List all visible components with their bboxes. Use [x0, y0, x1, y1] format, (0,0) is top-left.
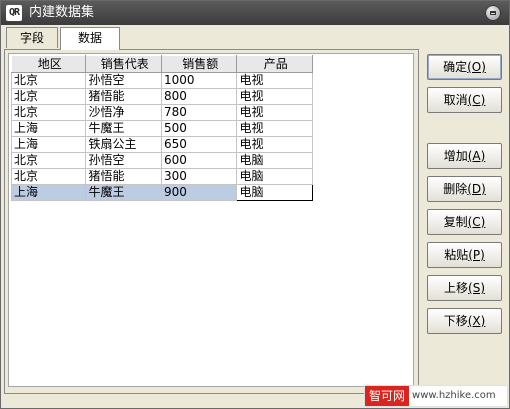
table-cell[interactable]: 上海: [10, 184, 87, 201]
table-cell[interactable]: 500: [160, 120, 238, 137]
column-header-sales-rep[interactable]: 销售代表: [85, 55, 162, 73]
data-table[interactable]: 地区 销售代表 销售额 产品 北京 孙悟空 1000 电视 北京 猪悟能 800…: [10, 55, 313, 201]
watermark: 智可网 www.hzhike.com: [365, 386, 507, 406]
paste-button-mnemonic: (P): [468, 248, 485, 262]
table-cell[interactable]: 猪悟能: [85, 88, 162, 105]
table-cell[interactable]: 800: [160, 88, 238, 105]
move-up-button-label: 上移: [444, 281, 469, 295]
table-cell[interactable]: 孙悟空: [85, 152, 162, 169]
table-header-row: 地区 销售代表 销售额 产品: [10, 55, 313, 73]
table-cell[interactable]: 牛魔王: [85, 184, 162, 201]
table-cell[interactable]: 电视: [236, 136, 313, 153]
add-button[interactable]: 增加(A): [427, 143, 502, 169]
move-up-button-mnemonic: (S): [468, 281, 485, 295]
table-cell[interactable]: 1000: [160, 72, 238, 89]
add-button-label: 增加: [443, 149, 468, 163]
table-cell[interactable]: 电视: [236, 104, 313, 121]
table-cell[interactable]: 猪悟能: [85, 168, 162, 185]
table-row[interactable]: 北京 孙悟空 1000 电视: [10, 72, 313, 89]
add-button-mnemonic: (A): [467, 149, 486, 163]
table-cell[interactable]: 650: [160, 136, 238, 153]
cancel-button[interactable]: 取消(C): [427, 87, 502, 113]
dialog-window: QR 内建数据集 字段 数据 地区 销售代表 销售额 产品 北京 孙悟空 100…: [0, 0, 510, 409]
table-cell[interactable]: 电视: [236, 88, 313, 105]
move-down-button-mnemonic: (X): [467, 314, 486, 328]
copy-button-mnemonic: (C): [467, 215, 486, 229]
column-header-product[interactable]: 产品: [236, 55, 313, 73]
table-cell[interactable]: 电视: [236, 120, 313, 137]
table-row[interactable]: 北京 猪悟能 800 电视: [10, 88, 313, 105]
table-cell[interactable]: 北京: [10, 88, 87, 105]
column-header-region[interactable]: 地区: [10, 55, 87, 73]
window-title: 内建数据集: [29, 5, 95, 20]
table-cell[interactable]: 780: [160, 104, 238, 121]
delete-button-label: 删除: [443, 182, 468, 196]
table-cell[interactable]: 电视: [236, 72, 313, 89]
table-row[interactable]: 上海 铁扇公主 650 电视: [10, 136, 313, 153]
app-logo-icon: QR: [6, 5, 22, 21]
table-cell[interactable]: 铁扇公主: [85, 136, 162, 153]
move-up-button[interactable]: 上移(S): [427, 275, 502, 301]
paste-button-label: 粘贴: [444, 248, 469, 262]
table-cell[interactable]: 上海: [10, 136, 87, 153]
table-row[interactable]: 上海 牛魔王 500 电视: [10, 120, 313, 137]
cancel-button-mnemonic: (C): [467, 93, 486, 107]
ok-button-mnemonic: (O): [467, 60, 486, 74]
column-header-sales-amount[interactable]: 销售额: [160, 55, 238, 73]
table-cell[interactable]: 孙悟空: [85, 72, 162, 89]
copy-button[interactable]: 复制(C): [427, 209, 502, 235]
paste-button[interactable]: 粘贴(P): [427, 242, 502, 268]
window-control-icon[interactable]: [485, 5, 501, 21]
title-bar[interactable]: QR 内建数据集: [1, 1, 509, 25]
table-cell[interactable]: 电脑: [236, 152, 313, 169]
cancel-button-label: 取消: [443, 93, 468, 107]
table-cell[interactable]: 上海: [10, 120, 87, 137]
ok-button-label: 确定: [443, 60, 468, 74]
table-row[interactable]: 北京 沙悟净 780 电视: [10, 104, 313, 121]
table-cell[interactable]: 300: [160, 168, 238, 185]
table-row[interactable]: 北京 孙悟空 600 电脑: [10, 152, 313, 169]
table-cell[interactable]: 北京: [10, 152, 87, 169]
table-cell[interactable]: 北京: [10, 72, 87, 89]
table-cell[interactable]: 电脑: [236, 168, 313, 185]
tab-strip: 字段 数据: [6, 27, 416, 50]
table-cell[interactable]: 沙悟净: [85, 104, 162, 121]
table-cell[interactable]: 牛魔王: [85, 120, 162, 137]
table-cell[interactable]: 北京: [10, 168, 87, 185]
table-row-selected[interactable]: 上海 牛魔王 900 电脑: [10, 184, 313, 201]
ok-button[interactable]: 确定(O): [427, 54, 502, 80]
tab-fields[interactable]: 字段: [6, 27, 58, 48]
table-cell[interactable]: 北京: [10, 104, 87, 121]
copy-button-label: 复制: [443, 215, 468, 229]
move-down-button-label: 下移: [443, 314, 468, 328]
tab-data[interactable]: 数据: [60, 27, 120, 50]
delete-button-mnemonic: (D): [467, 182, 486, 196]
move-down-button[interactable]: 下移(X): [427, 308, 502, 334]
data-panel: 地区 销售代表 销售额 产品 北京 孙悟空 1000 电视 北京 猪悟能 800…: [4, 49, 419, 394]
table-cell[interactable]: 600: [160, 152, 238, 169]
data-grid-area[interactable]: 地区 销售代表 销售额 产品 北京 孙悟空 1000 电视 北京 猪悟能 800…: [8, 53, 414, 387]
watermark-url: www.hzhike.com: [412, 390, 496, 401]
delete-button[interactable]: 删除(D): [427, 176, 502, 202]
table-row[interactable]: 北京 猪悟能 300 电脑: [10, 168, 313, 185]
table-cell[interactable]: 900: [160, 184, 238, 201]
table-cell-editor[interactable]: 电脑: [236, 184, 313, 201]
watermark-brand: 智可网: [365, 386, 410, 406]
